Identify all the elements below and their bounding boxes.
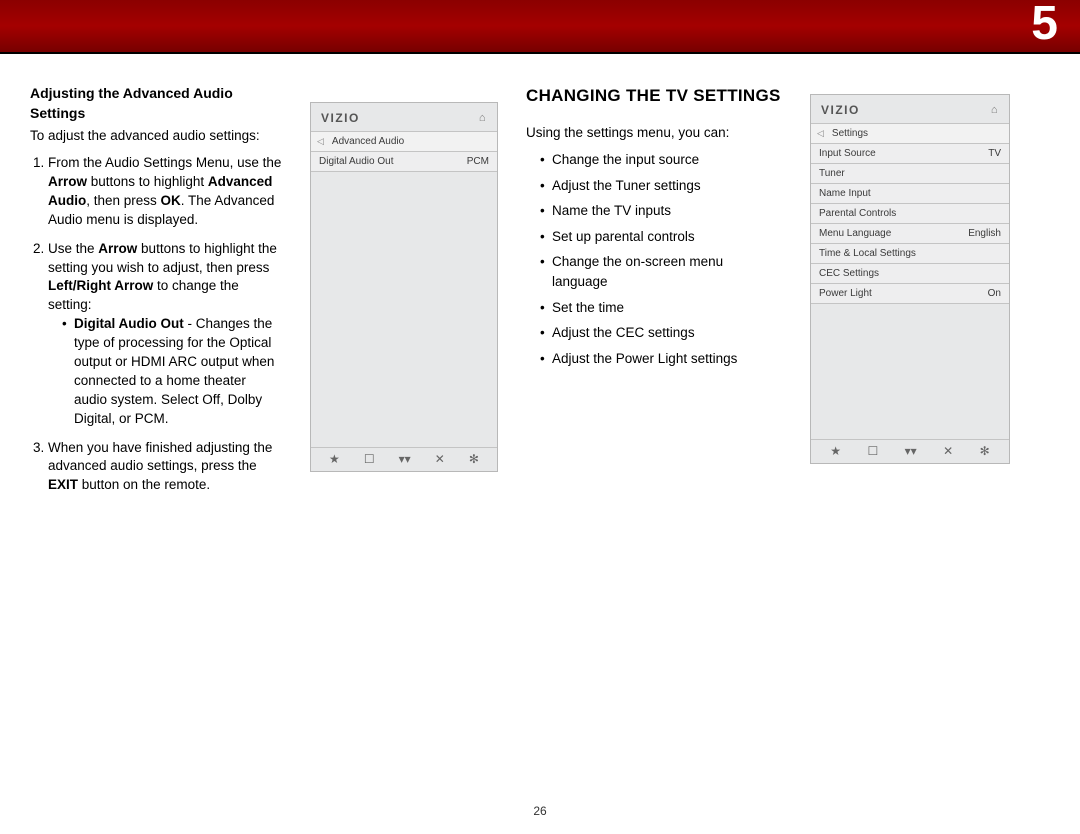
menu-row-time-local[interactable]: Time & Local Settings xyxy=(811,244,1009,264)
row-value: On xyxy=(988,288,1001,299)
step-2-sublist: Digital Audio Out - Changes the type of … xyxy=(48,315,282,428)
star-icon[interactable]: ★ xyxy=(830,444,841,458)
menu-row-digital-audio-out[interactable]: Digital Audio Out PCM xyxy=(311,152,497,172)
panel-header: VIZIO ⌂ xyxy=(811,95,1009,123)
chapter-number: 5 xyxy=(1031,0,1058,51)
back-icon[interactable]: ◁ xyxy=(817,128,824,139)
panel-footer: ★ ☐ ▾▾ ✕ ✻ xyxy=(811,439,1009,463)
menu-row-input-source[interactable]: Input Source TV xyxy=(811,144,1009,164)
right-intro: Using the settings menu, you can: xyxy=(526,123,782,143)
list-item: Adjust the CEC settings xyxy=(540,323,782,343)
page-content: Adjusting the Advanced Audio Settings To… xyxy=(0,54,1080,505)
close-icon[interactable]: ✕ xyxy=(943,444,953,458)
settings-panel-column: VIZIO ⌂ ◁ Settings Input Source TV Tuner… xyxy=(810,84,1010,505)
step-3: When you have finished adjusting the adv… xyxy=(48,439,282,496)
close-icon[interactable]: ✕ xyxy=(435,452,445,466)
row-label: Name Input xyxy=(819,188,871,199)
panel-header: VIZIO ⌂ xyxy=(311,103,497,131)
row-label: Time & Local Settings xyxy=(819,248,916,259)
advanced-audio-panel: VIZIO ⌂ ◁ Advanced Audio Digital Audio O… xyxy=(310,102,498,472)
settings-capabilities-list: Change the input source Adjust the Tuner… xyxy=(526,150,782,374)
v-icon[interactable]: ▾▾ xyxy=(905,444,917,458)
star-icon[interactable]: ★ xyxy=(329,452,340,466)
panel-title-row[interactable]: ◁ Settings xyxy=(811,123,1009,144)
vizio-logo: VIZIO xyxy=(821,103,860,117)
advanced-audio-panel-column: VIZIO ⌂ ◁ Advanced Audio Digital Audio O… xyxy=(310,84,498,505)
row-value: TV xyxy=(988,148,1001,159)
left-text-column: Adjusting the Advanced Audio Settings To… xyxy=(30,84,282,505)
list-item: Change the on-screen menu language xyxy=(540,252,782,291)
list-item: Name the TV inputs xyxy=(540,201,782,221)
row-label: Digital Audio Out xyxy=(319,156,394,167)
gear-icon[interactable]: ✻ xyxy=(980,444,990,458)
panel-title: Advanced Audio xyxy=(332,136,404,147)
cc-icon[interactable]: ☐ xyxy=(867,444,878,458)
panel-footer: ★ ☐ ▾▾ ✕ ✻ xyxy=(311,447,497,471)
row-label: Menu Language xyxy=(819,228,891,239)
row-value: English xyxy=(968,228,1001,239)
row-label: Input Source xyxy=(819,148,876,159)
panel-body xyxy=(811,304,1009,439)
panel-title-row[interactable]: ◁ Advanced Audio xyxy=(311,131,497,152)
step-2: Use the Arrow buttons to highlight the s… xyxy=(48,240,282,429)
left-steps: From the Audio Settings Menu, use the Ar… xyxy=(30,154,282,505)
menu-row-power-light[interactable]: Power Light On xyxy=(811,284,1009,304)
step-1: From the Audio Settings Menu, use the Ar… xyxy=(48,154,282,230)
cc-icon[interactable]: ☐ xyxy=(364,452,375,466)
v-icon[interactable]: ▾▾ xyxy=(399,452,411,466)
row-label: CEC Settings xyxy=(819,268,879,279)
panel-body xyxy=(311,172,497,447)
menu-row-cec-settings[interactable]: CEC Settings xyxy=(811,264,1009,284)
home-icon[interactable]: ⌂ xyxy=(479,112,487,124)
menu-row-menu-language[interactable]: Menu Language English xyxy=(811,224,1009,244)
digital-audio-out-item: Digital Audio Out - Changes the type of … xyxy=(62,315,282,428)
vizio-logo: VIZIO xyxy=(321,111,360,125)
panel-title: Settings xyxy=(832,128,868,139)
menu-row-tuner[interactable]: Tuner xyxy=(811,164,1009,184)
left-subheading: Adjusting the Advanced Audio Settings xyxy=(30,84,282,123)
menu-row-name-input[interactable]: Name Input xyxy=(811,184,1009,204)
gear-icon[interactable]: ✻ xyxy=(469,452,479,466)
right-section-heading: CHANGING THE TV SETTINGS xyxy=(526,84,782,109)
row-label: Parental Controls xyxy=(819,208,896,219)
row-value: PCM xyxy=(467,156,489,167)
right-text-column: CHANGING THE TV SETTINGS Using the setti… xyxy=(526,84,782,505)
page-number: 26 xyxy=(533,804,546,818)
list-item: Set the time xyxy=(540,298,782,318)
list-item: Set up parental controls xyxy=(540,227,782,247)
settings-panel: VIZIO ⌂ ◁ Settings Input Source TV Tuner… xyxy=(810,94,1010,464)
chapter-header-bar: 5 xyxy=(0,0,1080,54)
row-label: Tuner xyxy=(819,168,845,179)
list-item: Change the input source xyxy=(540,150,782,170)
home-icon[interactable]: ⌂ xyxy=(991,104,999,116)
left-intro: To adjust the advanced audio settings: xyxy=(30,127,282,146)
menu-row-parental-controls[interactable]: Parental Controls xyxy=(811,204,1009,224)
list-item: Adjust the Tuner settings xyxy=(540,176,782,196)
list-item: Adjust the Power Light settings xyxy=(540,349,782,369)
row-label: Power Light xyxy=(819,288,872,299)
back-icon[interactable]: ◁ xyxy=(317,136,324,147)
